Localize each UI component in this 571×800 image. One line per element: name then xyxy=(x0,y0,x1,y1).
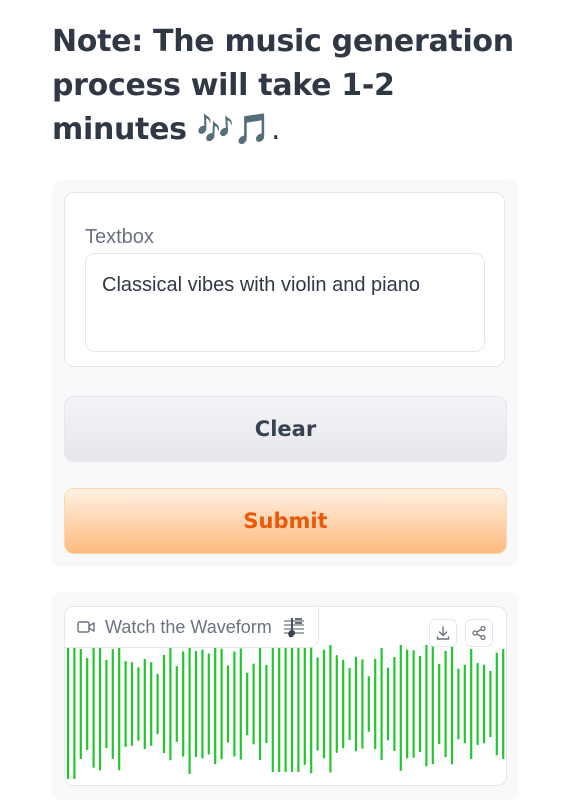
page: Note: The music generation process will … xyxy=(0,0,571,800)
output-panel: Watch the Waveform xyxy=(52,592,519,800)
music-notes-icon: 🎶🎵. xyxy=(196,112,281,147)
note-text: Note: The music generation process will … xyxy=(52,24,514,147)
treble-clef-icon xyxy=(282,615,306,639)
submit-button[interactable]: Submit xyxy=(64,488,507,554)
textbox-block: Textbox Classical vibes with violin and … xyxy=(64,192,505,367)
video-output[interactable]: Watch the Waveform xyxy=(64,606,507,786)
download-button[interactable] xyxy=(429,619,457,647)
page-note: Note: The music generation process will … xyxy=(52,20,522,152)
share-button[interactable] xyxy=(465,619,493,647)
clear-button[interactable]: Clear xyxy=(64,396,507,462)
input-panel: Textbox Classical vibes with violin and … xyxy=(52,180,519,567)
video-icon xyxy=(77,620,95,634)
download-icon xyxy=(436,626,450,640)
video-label-text: Watch the Waveform xyxy=(105,616,272,637)
textbox-label: Textbox xyxy=(85,226,154,248)
share-icon xyxy=(472,625,486,641)
prompt-textbox[interactable]: Classical vibes with violin and piano xyxy=(85,253,485,352)
video-label: Watch the Waveform xyxy=(65,607,319,648)
